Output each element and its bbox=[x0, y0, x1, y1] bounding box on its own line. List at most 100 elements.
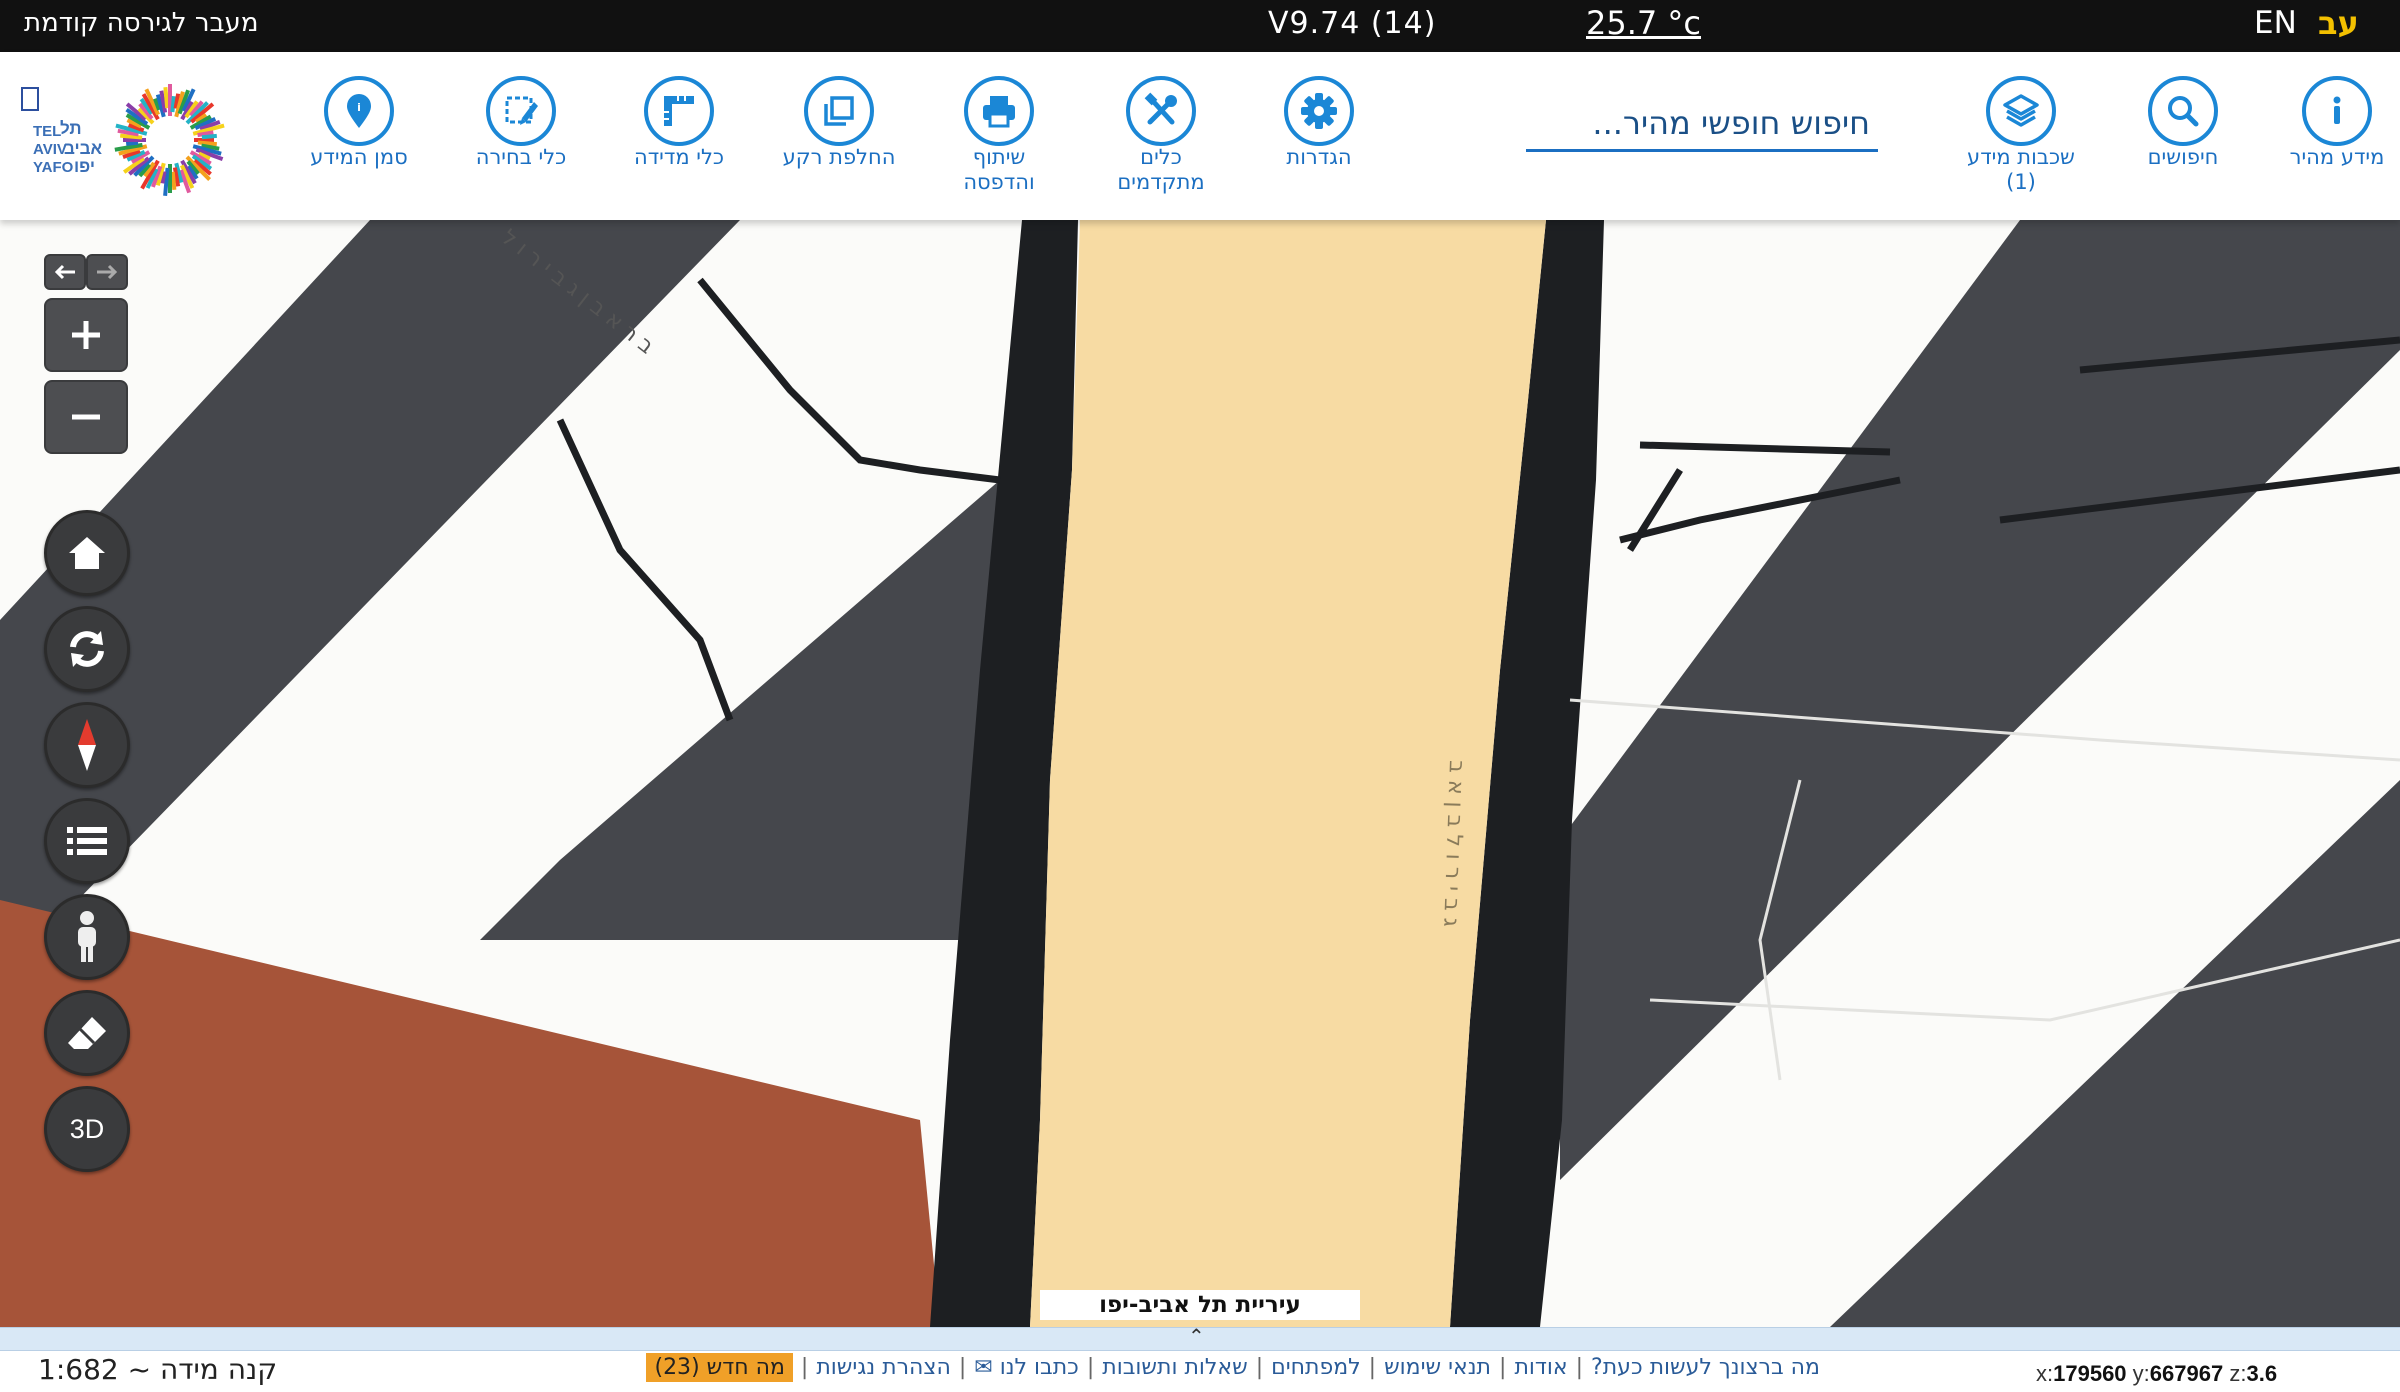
tool-measure[interactable]: כלי מדידה bbox=[594, 76, 764, 171]
info-icon bbox=[2302, 76, 2372, 146]
layers-icon bbox=[1986, 76, 2056, 146]
tool-select[interactable]: כלי בחירה bbox=[436, 76, 606, 171]
map-pin-icon: i bbox=[324, 76, 394, 146]
tool-label: סמן המידע bbox=[310, 145, 408, 169]
footer-bar: קנה מידה ~ 1:682 מה ברצונך לעשות כעת?|או… bbox=[0, 1351, 2400, 1392]
coord-y-label: y: bbox=[2132, 1361, 2150, 1386]
search-icon bbox=[2148, 76, 2218, 146]
tool-searches[interactable]: חיפושים bbox=[2098, 76, 2268, 171]
forward-button[interactable] bbox=[86, 254, 128, 290]
tool-label: כלי מדידה bbox=[633, 145, 725, 169]
basemap-icon bbox=[804, 76, 874, 146]
tool-label: כלים bbox=[1140, 145, 1182, 169]
print-icon bbox=[964, 76, 1034, 146]
tool-sub-label: והדפסה bbox=[963, 170, 1035, 194]
logo-text-he-2: אביב bbox=[64, 139, 103, 158]
language-hebrew-button[interactable]: עב bbox=[2318, 4, 2359, 42]
logo-ray bbox=[163, 87, 170, 109]
language-english-button[interactable]: EN bbox=[2254, 5, 2297, 41]
street-view-button[interactable] bbox=[44, 894, 130, 980]
eraser-icon bbox=[68, 1017, 106, 1049]
logo-ray bbox=[125, 140, 139, 146]
home-button[interactable] bbox=[44, 510, 130, 596]
logo-ray bbox=[201, 133, 217, 140]
main-toolbar: תל TEL אביב AVIV יפו YAFO מידע מהיר חיפו… bbox=[0, 52, 2400, 220]
tool-basemap[interactable]: החלפת רקע bbox=[754, 76, 924, 171]
previous-version-link[interactable]: מעבר לגירסה קודמת bbox=[24, 8, 258, 38]
street-view-person-icon bbox=[78, 911, 96, 962]
gear-icon bbox=[1284, 76, 1354, 146]
compass-button[interactable] bbox=[44, 702, 130, 788]
scale-readout: קנה מידה ~ 1:682 bbox=[38, 1353, 278, 1386]
tool-label: הגדרות bbox=[1286, 145, 1352, 169]
map-tiles: ב ר א ב ן ג ב י ר ו ל ג ב י ר ו ל ב ן א … bbox=[0, 220, 2400, 1327]
zoom-out-icon bbox=[72, 414, 100, 420]
eraser-button[interactable] bbox=[44, 990, 130, 1076]
logo-ray bbox=[197, 140, 217, 147]
select-icon bbox=[486, 76, 556, 146]
quick-search-input[interactable]: חיפוש חופשי מהיר... bbox=[1526, 104, 1878, 152]
coord-z-value: 3.6 bbox=[2246, 1361, 2278, 1386]
logo-ray bbox=[120, 133, 143, 140]
logo-text-he-3: יפו bbox=[74, 157, 95, 176]
home-icon bbox=[69, 537, 105, 569]
refresh-icon bbox=[70, 631, 104, 667]
city-label: עיריית תל אביב-יפו bbox=[1040, 1290, 1360, 1320]
coordinates-readout: x:179560 y:667967 z:3.6 bbox=[2036, 1361, 2277, 1387]
coord-z-label: z: bbox=[2229, 1361, 2247, 1386]
ruler-icon bbox=[644, 76, 714, 146]
svg-text:i: i bbox=[357, 101, 361, 114]
logo-graphic: תל TEL אביב AVIV יפו YAFO bbox=[21, 84, 225, 196]
logo-text-he-1: תל bbox=[60, 119, 82, 138]
legend-button[interactable] bbox=[44, 798, 130, 884]
tool-sub-label: (1) bbox=[2006, 170, 2036, 194]
zoom-out-button[interactable] bbox=[44, 380, 128, 454]
temperature-link[interactable]: 25.7 °c bbox=[1586, 4, 1701, 42]
legend-list-icon bbox=[67, 827, 107, 855]
logo-text-en-3: YAFO bbox=[33, 159, 74, 176]
tool-advanced[interactable]: כלים מתקדמים bbox=[1076, 76, 1246, 196]
footer-link-accessibility[interactable]: הצהרת נגישות bbox=[816, 1355, 951, 1380]
zoom-in-icon bbox=[72, 321, 100, 349]
footer-link-what-to-do[interactable]: מה ברצונך לעשות כעת? bbox=[1591, 1355, 1820, 1380]
tool-layers[interactable]: שכבות מידע (1) bbox=[1936, 76, 2106, 196]
coord-x-value: 179560 bbox=[2053, 1361, 2127, 1386]
logo-text-en-2: AVIV bbox=[33, 141, 67, 158]
tools-icon bbox=[1126, 76, 1196, 146]
whats-new-badge[interactable]: מה חדש (23) bbox=[646, 1353, 793, 1382]
forward-arrow-icon bbox=[97, 264, 118, 280]
footer-link-contact[interactable]: כתבו לנו ✉ bbox=[974, 1355, 1079, 1380]
logo-ray bbox=[170, 171, 177, 190]
zoom-in-button[interactable] bbox=[44, 298, 128, 372]
tool-quick-info[interactable]: מידע מהיר bbox=[2252, 76, 2400, 171]
coord-y-value: 667967 bbox=[2149, 1361, 2224, 1386]
compass-icon bbox=[78, 719, 96, 771]
footer-links: מה ברצונך לעשות כעת?|אודות|תנאי שימוש|למ… bbox=[580, 1353, 1820, 1382]
map-canvas[interactable]: ב ר א ב ן ג ב י ר ו ל ג ב י ר ו ל ב ן א … bbox=[0, 220, 2400, 1327]
tool-label: מידע מהיר bbox=[2289, 145, 2385, 169]
tool-label: שכבות מידע bbox=[1967, 145, 2075, 169]
back-button[interactable] bbox=[44, 254, 86, 290]
tel-aviv-logo[interactable]: תל TEL אביב AVIV יפו YAFO bbox=[20, 78, 250, 200]
footer-link-faq[interactable]: שאלות ותשובות bbox=[1102, 1355, 1247, 1380]
tool-label: כלי בחירה bbox=[475, 145, 567, 169]
bottom-panel-handle[interactable]: ⌃ bbox=[0, 1324, 2400, 1351]
top-bar: מעבר לגירסה קודמת V9.74 (14) 25.7 °c EN … bbox=[0, 0, 2400, 52]
tool-settings[interactable]: הגדרות bbox=[1234, 76, 1404, 171]
refresh-button[interactable] bbox=[44, 606, 130, 692]
footer-link-terms[interactable]: תנאי שימוש bbox=[1384, 1355, 1491, 1380]
footer-link-about[interactable]: אודות bbox=[1514, 1355, 1567, 1380]
3d-view-button[interactable]: 3D bbox=[44, 1086, 130, 1172]
tool-label: שיתוף bbox=[972, 145, 1026, 169]
tool-sub-label: מתקדמים bbox=[1117, 170, 1205, 194]
tool-label: חיפושים bbox=[2147, 145, 2219, 169]
expand-collapse-icon: ⌃ bbox=[1188, 1324, 1205, 1348]
tool-label: החלפת רקע bbox=[782, 145, 896, 169]
logo-ray bbox=[170, 95, 176, 113]
back-arrow-icon bbox=[54, 264, 75, 280]
version-label: V9.74 (14) bbox=[1268, 6, 1437, 41]
footer-link-developers[interactable]: למפתחים bbox=[1271, 1355, 1361, 1380]
tool-share-print[interactable]: שיתוף והדפסה bbox=[914, 76, 1084, 196]
logo-text-en-1: TEL bbox=[33, 123, 61, 140]
tool-marker[interactable]: i סמן המידע bbox=[274, 76, 444, 171]
